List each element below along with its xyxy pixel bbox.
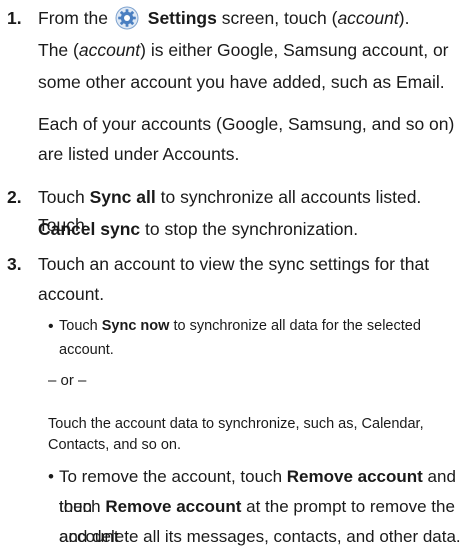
- step-3-alt-line-2: Contacts, and so on.: [48, 437, 181, 453]
- step-1-line-1: From the Settings screen, touch (account…: [38, 6, 410, 30]
- step-number: 2.: [7, 187, 22, 207]
- step-1-line-3: some other account you have added, such …: [38, 72, 445, 92]
- bullet-dot: •: [48, 318, 54, 335]
- step-3-bullet-1-line-1: Touch Sync now to synchronize all data f…: [59, 318, 421, 334]
- bullet-dot: •: [48, 467, 54, 486]
- step-3-bullet-1-line-2: account.: [59, 342, 114, 358]
- settings-gear-icon: [115, 6, 139, 30]
- or-separator: – or –: [48, 372, 87, 389]
- step-3-line-1: Touch an account to view the sync settin…: [38, 254, 430, 274]
- step-3-bullet-2-line-3: and delete all its messages, contacts, a…: [59, 527, 461, 546]
- step-1-line-2: The (account) is either Google, Samsung …: [38, 40, 449, 60]
- step-3-alt-line-1: Touch the account data to synchronize, s…: [48, 416, 424, 432]
- step-number: 1.: [7, 8, 22, 28]
- step-1-para-2-line-1: Each of your accounts (Google, Samsung, …: [38, 114, 455, 134]
- step-3-line-2: account.: [38, 284, 105, 304]
- step-number: 3.: [7, 254, 22, 274]
- step-2-line-2: Cancel sync to stop the synchronization.: [38, 219, 359, 239]
- instruction-page: 1. From the Settings screen, touch (acco…: [0, 0, 472, 546]
- step-1-para-2-line-2: are listed under Accounts.: [38, 144, 240, 164]
